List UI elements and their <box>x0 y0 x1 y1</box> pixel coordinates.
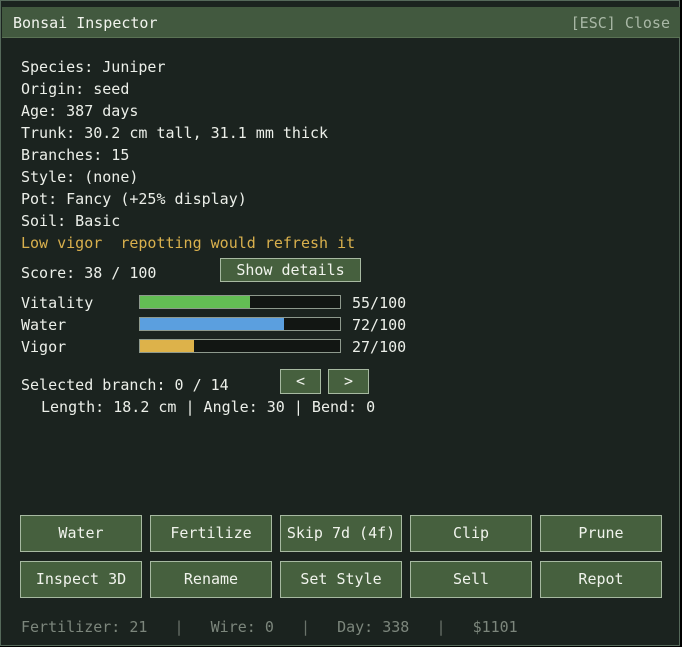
day-count: Day: 338 <box>337 618 410 636</box>
fertilizer-count: Fertilizer: 21 <box>21 618 148 636</box>
vitality-bar-fill <box>140 296 250 308</box>
title-bar: Bonsai Inspector [ESC] Close <box>2 7 680 38</box>
sell-button[interactable]: Sell <box>410 561 532 598</box>
repot-button[interactable]: Repot <box>540 561 662 598</box>
prune-button[interactable]: Prune <box>540 515 662 552</box>
show-details-button[interactable]: Show details <box>220 258 361 282</box>
age-text: Age: 387 days <box>21 102 139 120</box>
footer-separator: | <box>300 618 310 636</box>
footer-separator: | <box>436 618 446 636</box>
vigor-bar <box>139 339 341 353</box>
vitality-bar <box>139 295 341 309</box>
selected-branch-text: Selected branch: 0 / 14 <box>21 376 229 394</box>
water-bar <box>139 317 341 331</box>
clip-button[interactable]: Clip <box>410 515 532 552</box>
branch-details-text: Length: 18.2 cm | Angle: 30 | Bend: 0 <box>41 398 376 416</box>
window-title: Bonsai Inspector <box>13 14 158 32</box>
water-button[interactable]: Water <box>20 515 142 552</box>
set-style-button[interactable]: Set Style <box>280 561 402 598</box>
pot-text: Pot: Fancy (+25% display) <box>21 190 247 208</box>
prev-branch-button[interactable]: < <box>280 369 321 394</box>
footer-separator: | <box>174 618 184 636</box>
skip-7d-button[interactable]: Skip 7d (4f) <box>280 515 402 552</box>
trunk-text: Trunk: 30.2 cm tall, 31.1 mm thick <box>21 124 329 142</box>
water-bar-fill <box>140 318 284 330</box>
money-amount: $1101 <box>472 618 518 636</box>
stat-value: 72/100 <box>352 316 407 334</box>
origin-text: Origin: seed <box>21 80 130 98</box>
vigor-warning-text: Low vigor repotting would refresh it <box>21 234 356 252</box>
inspect-3d-button[interactable]: Inspect 3D <box>20 561 142 598</box>
stat-label: Water <box>21 316 67 334</box>
next-branch-button[interactable]: > <box>328 369 369 394</box>
bonsai-inspector-panel: Bonsai Inspector [ESC] Close Species: Ju… <box>0 0 680 646</box>
score-text: Score: 38 / 100 <box>21 264 157 282</box>
stat-value: 55/100 <box>352 294 407 312</box>
vigor-bar-fill <box>140 340 194 352</box>
stat-value: 27/100 <box>352 338 407 356</box>
branches-text: Branches: 15 <box>21 146 130 164</box>
rename-button[interactable]: Rename <box>150 561 272 598</box>
fertilize-button[interactable]: Fertilize <box>150 515 272 552</box>
stat-label: Vigor <box>21 338 67 356</box>
species-text: Species: Juniper <box>21 58 166 76</box>
stat-label: Vitality <box>21 294 94 312</box>
close-button[interactable]: [ESC] Close <box>571 14 670 32</box>
status-footer: Fertilizer: 21 | Wire: 0 | Day: 338 | $1… <box>21 618 518 636</box>
style-text: Style: (none) <box>21 168 139 186</box>
soil-text: Soil: Basic <box>21 212 121 230</box>
wire-count: Wire: 0 <box>210 618 274 636</box>
